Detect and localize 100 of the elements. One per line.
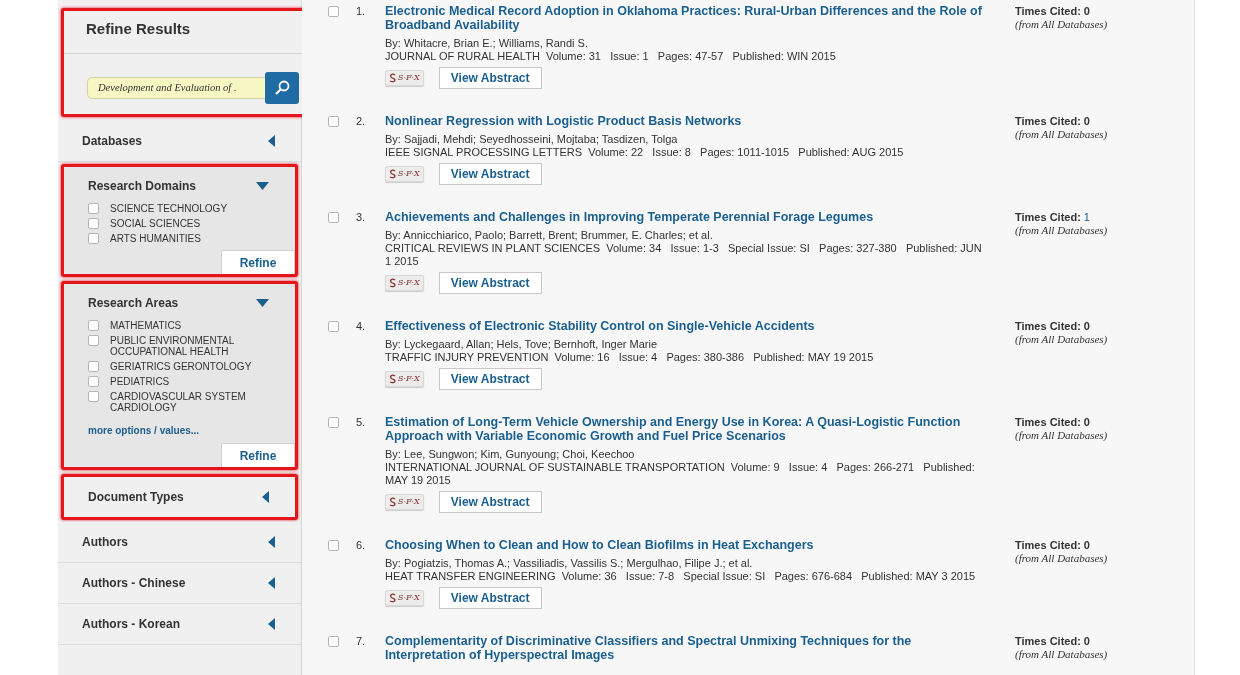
option-label: ARTS HUMANITIES [110,233,202,244]
section-heading[interactable]: Authors - Chinese [82,574,186,592]
result-number: 3. [356,212,366,225]
result-title-link[interactable]: Complementarity of Discriminative Classifiers and Spectral Unmixing Techniques for the Interpretation of Hyperspectral Images [385,634,985,662]
search-field[interactable]: Development and Evaluation of . [87,77,267,99]
search-button[interactable] [265,72,299,104]
times-cited-label: Times Cited: [1015,635,1081,648]
author-list: By: Pogiatzis, Thomas A.; Vassiliadis, Vassilis S.; Mergulhao, Filipe J.; et al. [385,557,985,570]
section-heading[interactable]: Research Areas [88,294,179,312]
checkbox[interactable] [88,376,99,387]
checkbox[interactable] [328,540,339,551]
caret-left-icon[interactable] [268,135,275,147]
option-label: PUBLIC ENVIRONMENTAL OCCUPATIONAL HEALTH [110,335,235,357]
section-heading[interactable]: Research Domains [88,177,197,195]
checkbox[interactable] [88,391,99,402]
section-heading[interactable]: Authors [82,533,128,551]
result-title-link[interactable]: Achievements and Challenges in Improving Temperate Perennial Forage Legumes [385,210,985,224]
source-details: CRITICAL REVIEWS IN PLANT SCIENCES Volume: 34 Issue: 1-3 Special Issue: SI Pages: 327-380 Published: JUN 1 2015 [385,242,983,268]
source-details: JOURNAL OF RURAL HEALTH Volume: 31 Issue: 1 Pages: 47-57 Published: WIN 2015 [385,50,837,63]
caret-left-icon[interactable] [268,577,275,589]
times-cited-note: (from All Databases) [1015,18,1108,31]
sfx-link-badge[interactable]: S·F·X [385,275,424,291]
view-abstract-button[interactable]: View Abstract [438,163,542,185]
section-heading[interactable]: Authors - Korean [82,615,180,633]
author-list: By: Lee, Sungwon; Kim, Gunyoung; Choi, Keechoo [385,448,985,461]
times-cited-count: 0 [1083,115,1090,128]
times-cited-note: (from All Databases) [1015,128,1108,141]
caret-left-icon[interactable] [262,491,269,503]
result-title-link[interactable]: Estimation of Long-Term Vehicle Ownership and Energy Use in Korea: A Quasi-Logistic Function Approach with Variable Economic Growth and Fuel Price Scenarios [385,415,985,443]
times-cited-count: 0 [1083,5,1090,18]
caret-left-icon[interactable] [268,536,275,548]
swirl-icon [389,73,397,83]
option-label: MATHEMATICS [110,320,183,331]
times-cited-note: (from All Databases) [1015,552,1108,565]
times-cited-link[interactable]: 1 [1083,211,1090,224]
checkbox[interactable] [328,417,339,428]
author-list: By: Whitacre, Brian E.; Williams, Randi S. [385,37,985,50]
caret-left-icon[interactable] [268,618,275,630]
times-cited-label: Times Cited: [1015,115,1081,128]
refine-button[interactable]: Refine [221,250,295,274]
author-list: By: Annicchiarico, Paolo; Barrett, Brent; Brummer, E. Charles; et al. [385,229,985,242]
sfx-link-badge[interactable]: S·F·X [385,494,424,510]
caret-down-icon[interactable] [256,182,269,190]
view-abstract-button[interactable]: View Abstract [438,67,542,89]
more-options-link[interactable]: more options / values... [88,425,271,437]
checkbox[interactable] [88,233,99,244]
sidebar-title: Refine Results [86,20,191,37]
checkbox[interactable] [88,203,99,214]
checkbox[interactable] [328,636,339,647]
author-list: By: Lyckegaard, Allan; Hels, Tove; Bernhoft, Inger Marie [385,338,985,351]
checkbox[interactable] [88,335,99,346]
section-heading[interactable]: Document Types [88,488,184,506]
sfx-link-badge[interactable]: S·F·X [385,70,424,86]
result-number: 5. [356,417,366,430]
swirl-icon [389,278,397,288]
times-cited-label: Times Cited: [1015,5,1081,18]
caret-down-icon[interactable] [256,299,269,307]
checkbox[interactable] [88,320,99,331]
times-cited-note: (from All Databases) [1015,224,1108,237]
checkbox[interactable] [88,218,99,229]
swirl-icon [389,497,397,507]
times-cited-label: Times Cited: [1015,320,1081,333]
result-title-link[interactable]: Effectiveness of Electronic Stability Control on Single-Vehicle Accidents [385,319,985,333]
times-cited-label: Times Cited: [1015,539,1081,552]
times-cited-label: Times Cited: [1015,211,1081,224]
checkbox[interactable] [328,212,339,223]
times-cited-count: 0 [1083,320,1090,333]
result-number: 4. [356,321,366,334]
refine-button[interactable]: Refine [221,443,295,467]
times-cited-label: Times Cited: [1015,416,1081,429]
author-list: By: Sajjadi, Mehdi; Seyedhosseini, Mojtaba; Tasdizen, Tolga [385,133,985,146]
times-cited-note: (from All Databases) [1015,333,1108,346]
sfx-link-badge[interactable]: S·F·X [385,371,424,387]
search-icon [274,80,290,96]
option-label: PEDIATRICS [110,376,171,387]
result-title-link[interactable]: Choosing When to Clean and How to Clean Biofilms in Heat Exchangers [385,538,985,552]
sfx-link-badge[interactable]: S·F·X [385,590,424,606]
source-details: INTERNATIONAL JOURNAL OF SUSTAINABLE TRANSPORTATION Volume: 9 Issue: 4 Pages: 266-271 Published: MAY 19 2015 [385,461,976,487]
swirl-icon [389,169,397,179]
source-details: IEEE SIGNAL PROCESSING LETTERS Volume: 22 Issue: 8 Pages: 1011-1015 Published: AUG 2015 [385,146,905,159]
result-number: 2. [356,116,366,129]
view-abstract-button[interactable]: View Abstract [438,587,542,609]
result-number: 1. [356,6,366,19]
result-number: 7. [356,636,366,649]
times-cited-count: 0 [1083,635,1090,648]
view-abstract-button[interactable]: View Abstract [438,272,542,294]
result-title-link[interactable]: Nonlinear Regression with Logistic Product Basis Networks [385,114,985,128]
times-cited-note: (from All Databases) [1015,648,1108,661]
section-heading[interactable]: Databases [82,132,143,150]
swirl-icon [389,374,397,384]
view-abstract-button[interactable]: View Abstract [438,368,542,390]
checkbox[interactable] [88,361,99,372]
sfx-link-badge[interactable]: S·F·X [385,166,424,182]
times-cited-count: 0 [1083,416,1090,429]
checkbox[interactable] [328,321,339,332]
result-title-link[interactable]: Electronic Medical Record Adoption in Oklahoma Practices: Rural-Urban Differences and the Role of Broadband Availability [385,4,985,32]
checkbox[interactable] [328,6,339,17]
view-abstract-button[interactable]: View Abstract [438,491,542,513]
checkbox[interactable] [328,116,339,127]
source-details: HEAT TRANSFER ENGINEERING Volume: 36 Issue: 7-8 Special Issue: SI Pages: 676-684 Published: MAY 3 2015 [385,570,977,583]
